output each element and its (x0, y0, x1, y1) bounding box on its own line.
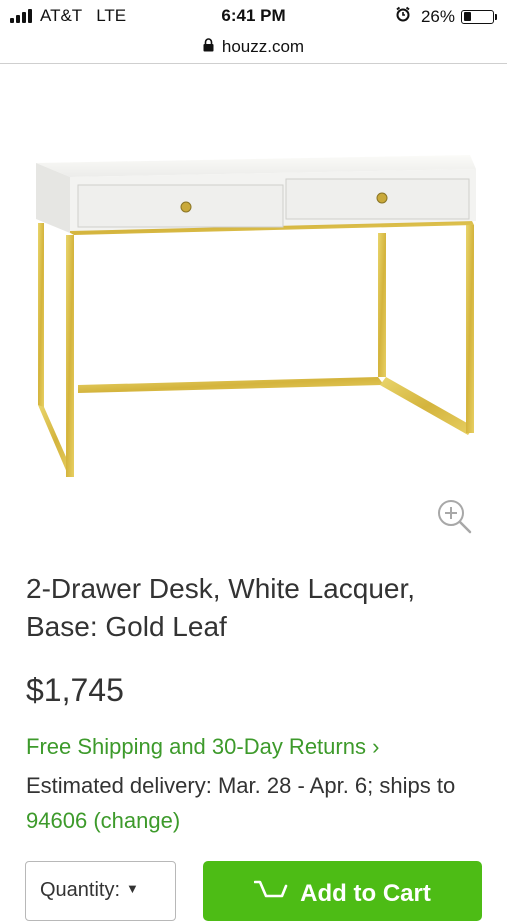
status-right: 26% (395, 6, 497, 27)
add-to-cart-button[interactable]: Add to Cart (203, 861, 482, 921)
product-title: 2-Drawer Desk, White Lacquer, Base: Gold… (26, 573, 416, 642)
product-price: $1,745 (26, 672, 124, 708)
cart-icon (253, 879, 288, 910)
battery-percent: 26% (420, 6, 455, 26)
quantity-label: Quantity: (40, 879, 121, 901)
header-divider (0, 63, 507, 64)
zoom-in-icon[interactable] (435, 497, 473, 535)
chevron-right-icon: › (372, 734, 380, 759)
product-image[interactable] (30, 145, 480, 490)
lock-icon (203, 37, 214, 57)
zip-code-link[interactable]: 94606 (26, 808, 87, 833)
url-text: houzz.com (221, 37, 305, 56)
change-zip-link[interactable]: (change) (93, 808, 180, 833)
status-bar: AT&T LTE 6:41 PM 26% (0, 0, 507, 32)
free-shipping-link[interactable]: Free Shipping and 30-Day Returns › (26, 734, 379, 760)
estimated-delivery: Estimated delivery: Mar. 28 - Apr. 6; sh… (26, 768, 496, 838)
caret-down-icon: ▼ (126, 881, 139, 896)
shipping-link-label: Free Shipping and 30-Day Returns (26, 734, 366, 759)
add-to-cart-label: Add to Cart (300, 880, 431, 907)
address-bar[interactable]: houzz.com (0, 32, 507, 62)
battery-icon (461, 9, 497, 24)
delivery-text: Estimated delivery: Mar. 28 - Apr. 6; sh… (26, 773, 456, 798)
quantity-select[interactable]: Quantity: ▼ (25, 861, 176, 921)
alarm-icon (395, 6, 411, 27)
